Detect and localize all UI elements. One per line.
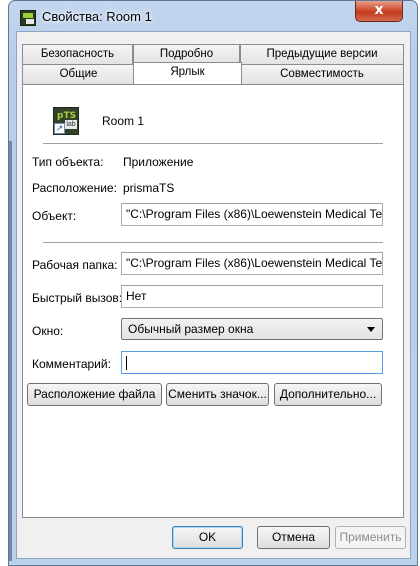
change-icon-button[interactable]: Сменить значок... — [166, 383, 269, 406]
chevron-down-icon — [367, 327, 375, 332]
shortcut-tab-panel: pTS lab ↗ Room 1 Тип объекта: Приложение… — [22, 84, 404, 518]
open-file-location-button[interactable]: Расположение файла — [27, 383, 162, 406]
apply-button[interactable]: Применить — [335, 526, 406, 549]
target-label: Объект: — [32, 209, 77, 223]
target-location-label: Расположение: — [32, 181, 117, 195]
tab-general[interactable]: Общие — [22, 64, 135, 84]
target-type-label: Тип объекта: — [32, 155, 104, 169]
title-bar[interactable]: Свойства: Room 1 x — [9, 1, 417, 31]
hotkey-label: Быстрый вызов: — [32, 291, 123, 305]
app-icon — [20, 10, 36, 26]
tab-security[interactable]: Безопасность — [22, 44, 133, 64]
shortcut-name: Room 1 — [102, 114, 145, 128]
icon-bottom-text: lab — [65, 120, 77, 129]
target-location-value: prismaTS — [123, 181, 175, 195]
prismats-app-icon: pTS lab ↗ — [53, 107, 79, 135]
run-window-value: Обычный размер окна — [128, 322, 254, 336]
properties-dialog: Свойства: Room 1 x Безопасность Подробно… — [8, 0, 418, 566]
start-in-label: Рабочая папка: — [32, 258, 118, 272]
tab-details[interactable]: Подробно — [133, 44, 240, 64]
ok-button[interactable]: OK — [172, 526, 243, 549]
separator-2 — [43, 242, 383, 243]
run-window-select[interactable]: Обычный размер окна — [121, 318, 383, 340]
cancel-button[interactable]: Отмена — [257, 526, 330, 549]
target-field[interactable]: "C:\Program Files (x86)\Loewenstein Medi… — [121, 203, 383, 226]
advanced-button[interactable]: Дополнительно... — [274, 383, 382, 406]
comment-field[interactable] — [121, 351, 383, 374]
hotkey-field[interactable]: Нет — [121, 285, 383, 308]
close-icon: x — [374, 2, 384, 18]
background-window-edge — [9, 141, 12, 561]
text-caret — [126, 355, 127, 370]
dialog-client-area: Безопасность Подробно Предыдущие версии … — [16, 31, 411, 559]
tab-previous-versions[interactable]: Предыдущие версии — [240, 44, 404, 64]
separator-1 — [43, 143, 383, 144]
close-button[interactable]: x — [355, 1, 403, 22]
run-window-label: Окно: — [32, 324, 64, 338]
window-title: Свойства: Room 1 — [42, 9, 152, 24]
tab-shortcut[interactable]: Ярлык — [133, 62, 242, 84]
target-type-value: Приложение — [123, 155, 194, 169]
tab-compatibility[interactable]: Совместимость — [240, 64, 404, 84]
shortcut-arrow-icon: ↗ — [54, 123, 65, 134]
start-in-field[interactable]: "C:\Program Files (x86)\Loewenstein Medi… — [121, 252, 383, 275]
comment-label: Комментарий: — [32, 357, 111, 371]
